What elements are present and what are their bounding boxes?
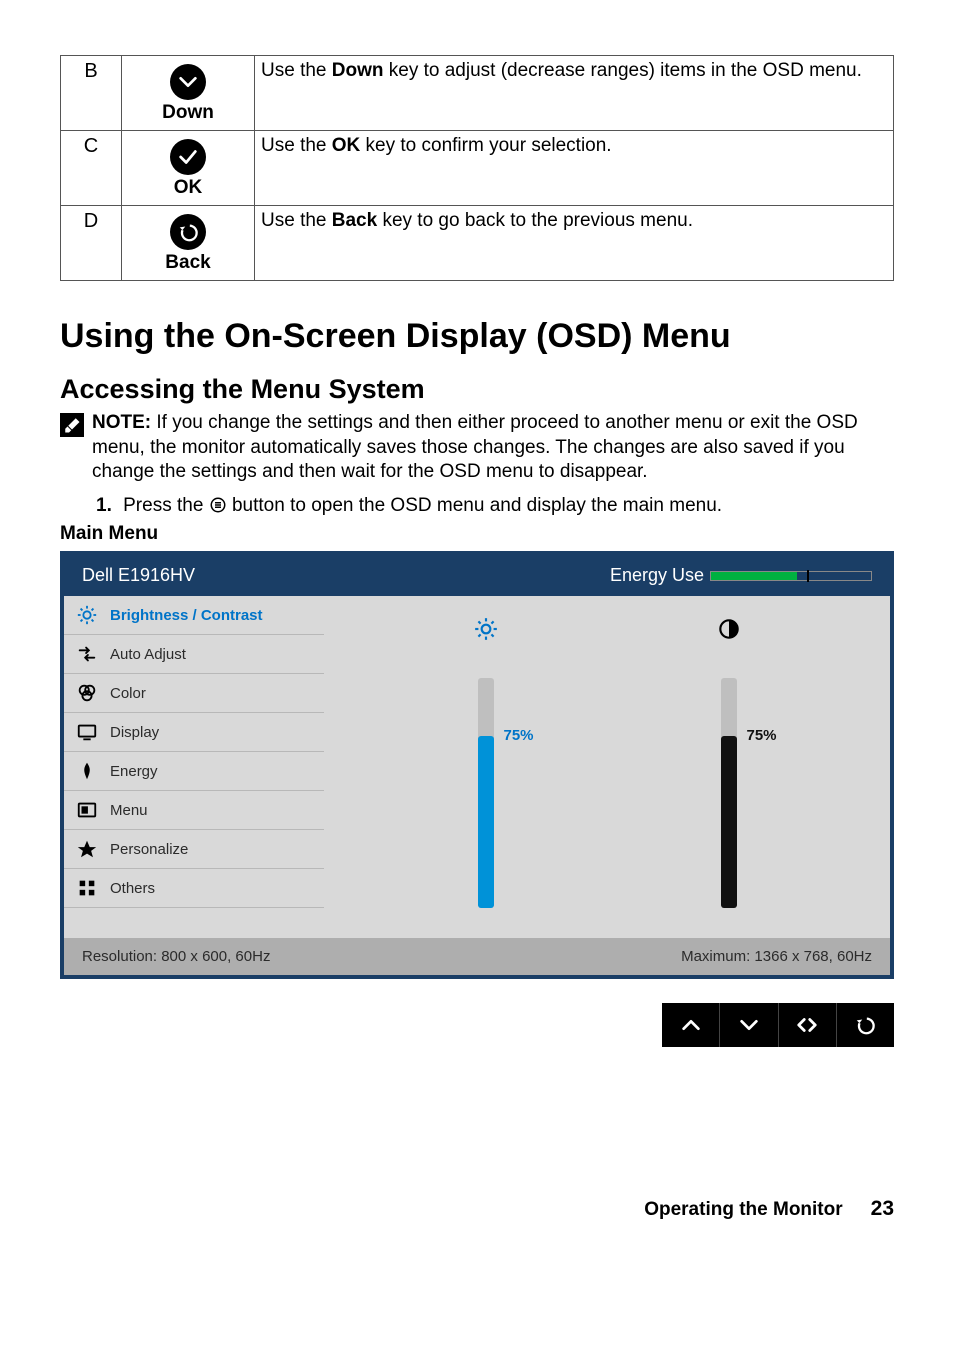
footer-title: Operating the Monitor bbox=[644, 1199, 842, 1221]
menu-icon bbox=[76, 799, 98, 821]
step-text-before: Press the bbox=[118, 495, 209, 516]
others-icon bbox=[76, 877, 98, 899]
brightness-slider[interactable]: 75% bbox=[473, 616, 499, 908]
key-description-table: B Down Use the Down key to adjust (decre… bbox=[60, 55, 894, 281]
step-number: 1. bbox=[96, 495, 112, 516]
chevron-up-icon[interactable] bbox=[662, 1003, 720, 1047]
osd-menu-label: Energy bbox=[110, 763, 158, 780]
main-menu-label: Main Menu bbox=[60, 523, 894, 545]
key-description: Use the Down key to adjust (decrease ran… bbox=[255, 56, 894, 131]
page-footer: Operating the Monitor 23 bbox=[60, 1197, 894, 1221]
note-label: NOTE: bbox=[92, 412, 151, 433]
step-1: 1. Press the button to open the OSD menu… bbox=[96, 495, 894, 517]
osd-menu-label: Menu bbox=[110, 802, 148, 819]
key-letter: B bbox=[61, 56, 122, 131]
osd-menu-label: Others bbox=[110, 880, 155, 897]
osd-menu-item[interactable]: Menu bbox=[64, 791, 324, 830]
osd-menu-item[interactable]: Energy bbox=[64, 752, 324, 791]
color-icon bbox=[76, 682, 98, 704]
menu-button-icon bbox=[209, 496, 227, 514]
resolution-current: Resolution: 800 x 600, 60Hz bbox=[82, 948, 270, 965]
energy-use-label: Energy Use bbox=[610, 565, 704, 586]
osd-menu-item[interactable]: Display bbox=[64, 713, 324, 752]
osd-panel: Dell E1916HV Energy Use Brightness / Con… bbox=[60, 551, 894, 979]
brightness-icon bbox=[76, 604, 98, 626]
osd-menu-label: Brightness / Contrast bbox=[110, 607, 263, 624]
page-number: 23 bbox=[871, 1197, 894, 1221]
personalize-icon bbox=[76, 838, 98, 860]
osd-model: Dell E1916HV bbox=[82, 565, 195, 586]
osd-header: Dell E1916HV Energy Use bbox=[64, 555, 890, 596]
key-icon-cell: OK bbox=[122, 131, 255, 206]
pencil-icon bbox=[60, 413, 84, 437]
osd-menu-label: Personalize bbox=[110, 841, 188, 858]
step-text-after: button to open the OSD menu and display … bbox=[227, 495, 722, 516]
key-letter: D bbox=[61, 206, 122, 281]
brightness-value: 75% bbox=[504, 727, 534, 744]
osd-menu-item[interactable]: Color bbox=[64, 674, 324, 713]
key-icon-label: Down bbox=[128, 102, 248, 124]
osd-menu-label: Color bbox=[110, 685, 146, 702]
key-icon-label: Back bbox=[128, 252, 248, 274]
display-icon bbox=[76, 721, 98, 743]
chevron-down-icon[interactable] bbox=[720, 1003, 778, 1047]
chevron-down-icon bbox=[170, 64, 206, 100]
key-description: Use the OK key to confirm your selection… bbox=[255, 131, 894, 206]
contrast-icon bbox=[716, 616, 742, 642]
osd-footer: Resolution: 800 x 600, 60Hz Maximum: 136… bbox=[64, 938, 890, 975]
osd-menu-item[interactable]: Others bbox=[64, 869, 324, 908]
key-icon-cell: Back bbox=[122, 206, 255, 281]
osd-menu-item[interactable]: Auto Adjust bbox=[64, 635, 324, 674]
osd-slider-area: 75% 75% bbox=[324, 596, 890, 938]
contrast-value: 75% bbox=[747, 727, 777, 744]
check-icon bbox=[170, 139, 206, 175]
resolution-max: Maximum: 1366 x 768, 60Hz bbox=[681, 948, 872, 965]
subsection-title: Accessing the Menu System bbox=[60, 374, 894, 405]
nav-lr-icon[interactable] bbox=[779, 1003, 837, 1047]
note-block: NOTE: If you change the settings and the… bbox=[60, 411, 894, 485]
brightness-icon bbox=[473, 616, 499, 642]
key-icon-label: OK bbox=[128, 177, 248, 199]
auto-adjust-icon bbox=[76, 643, 98, 665]
osd-menu-label: Auto Adjust bbox=[110, 646, 186, 663]
back-arrow-icon bbox=[170, 214, 206, 250]
energy-icon bbox=[76, 760, 98, 782]
key-row: D Back Use the Back key to go back to th… bbox=[61, 206, 894, 281]
key-description: Use the Back key to go back to the previ… bbox=[255, 206, 894, 281]
contrast-slider[interactable]: 75% bbox=[716, 616, 742, 908]
key-icon-cell: Down bbox=[122, 56, 255, 131]
key-letter: C bbox=[61, 131, 122, 206]
energy-bar bbox=[710, 571, 872, 581]
osd-menu-item[interactable]: Personalize bbox=[64, 830, 324, 869]
physical-buttons bbox=[662, 1003, 894, 1047]
osd-menu-list: Brightness / Contrast Auto Adjust Color … bbox=[64, 596, 324, 938]
osd-menu-label: Display bbox=[110, 724, 159, 741]
key-row: B Down Use the Down key to adjust (decre… bbox=[61, 56, 894, 131]
section-title: Using the On-Screen Display (OSD) Menu bbox=[60, 317, 894, 356]
key-row: C OK Use the OK key to confirm your sele… bbox=[61, 131, 894, 206]
back-arrow-icon[interactable] bbox=[837, 1003, 894, 1047]
note-text: If you change the settings and then eith… bbox=[92, 412, 858, 482]
osd-menu-item[interactable]: Brightness / Contrast bbox=[64, 596, 324, 635]
